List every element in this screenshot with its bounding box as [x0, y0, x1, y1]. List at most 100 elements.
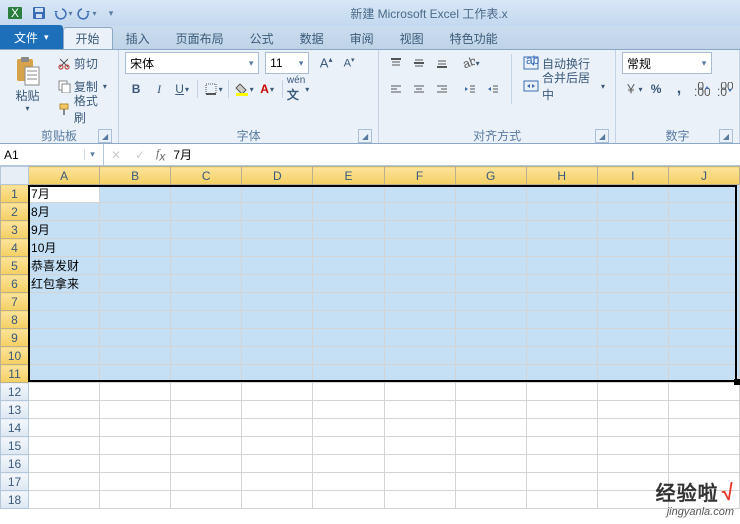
font-size-input[interactable]	[266, 53, 294, 73]
row-header-4[interactable]: 4	[1, 239, 29, 257]
cell-I13[interactable]	[597, 401, 668, 419]
dropdown-icon[interactable]: ▾	[294, 58, 308, 69]
cell-J6[interactable]	[668, 275, 739, 293]
cell-D13[interactable]	[242, 401, 313, 419]
row-header-12[interactable]: 12	[1, 383, 29, 401]
cell-F9[interactable]	[384, 329, 455, 347]
cell-C1[interactable]	[171, 185, 242, 203]
align-middle-button[interactable]	[408, 52, 430, 74]
alignment-dialog-launcher[interactable]: ◢	[595, 129, 609, 143]
name-box-dropdown[interactable]: ▾	[84, 149, 100, 160]
row-header-15[interactable]: 15	[1, 437, 29, 455]
cell-D1[interactable]	[242, 185, 313, 203]
cell-G3[interactable]	[455, 221, 526, 239]
cell-G9[interactable]	[455, 329, 526, 347]
cell-I8[interactable]	[597, 311, 668, 329]
cell-H18[interactable]	[526, 491, 597, 509]
cell-E12[interactable]	[313, 383, 384, 401]
cell-E6[interactable]	[313, 275, 384, 293]
border-button[interactable]: ▾	[202, 78, 224, 100]
decrease-indent-button[interactable]	[459, 78, 481, 100]
cell-J16[interactable]	[668, 455, 739, 473]
percent-button[interactable]: %	[645, 78, 667, 100]
cell-A12[interactable]	[29, 383, 100, 401]
col-header-A[interactable]: A	[29, 167, 100, 185]
cell-A5[interactable]: 恭喜发财	[29, 257, 100, 275]
cell-B8[interactable]	[100, 311, 171, 329]
cell-C8[interactable]	[171, 311, 242, 329]
cell-H17[interactable]	[526, 473, 597, 491]
cell-F10[interactable]	[384, 347, 455, 365]
cell-D10[interactable]	[242, 347, 313, 365]
row-header-16[interactable]: 16	[1, 455, 29, 473]
cell-I6[interactable]	[597, 275, 668, 293]
cell-G7[interactable]	[455, 293, 526, 311]
cell-D4[interactable]	[242, 239, 313, 257]
cell-D11[interactable]	[242, 365, 313, 383]
align-center-button[interactable]	[408, 78, 430, 100]
increase-indent-button[interactable]	[482, 78, 504, 100]
cell-A3[interactable]: 9月	[29, 221, 100, 239]
cell-H8[interactable]	[526, 311, 597, 329]
cell-E14[interactable]	[313, 419, 384, 437]
formula-input[interactable]	[169, 148, 740, 162]
cell-D2[interactable]	[242, 203, 313, 221]
cell-H1[interactable]	[526, 185, 597, 203]
undo-button[interactable]: ▾	[52, 2, 74, 24]
number-format-input[interactable]	[623, 53, 697, 73]
cell-C12[interactable]	[171, 383, 242, 401]
cell-J10[interactable]	[668, 347, 739, 365]
col-header-J[interactable]: J	[668, 167, 739, 185]
col-header-C[interactable]: C	[171, 167, 242, 185]
cell-C14[interactable]	[171, 419, 242, 437]
cell-H11[interactable]	[526, 365, 597, 383]
cell-F1[interactable]	[384, 185, 455, 203]
cell-B11[interactable]	[100, 365, 171, 383]
cell-G12[interactable]	[455, 383, 526, 401]
cell-J5[interactable]	[668, 257, 739, 275]
cell-J3[interactable]	[668, 221, 739, 239]
cell-D14[interactable]	[242, 419, 313, 437]
cell-B16[interactable]	[100, 455, 171, 473]
cell-D16[interactable]	[242, 455, 313, 473]
fx-icon[interactable]: fx	[152, 146, 169, 163]
grow-font-button[interactable]: A▴	[315, 52, 337, 74]
cell-D17[interactable]	[242, 473, 313, 491]
cell-F15[interactable]	[384, 437, 455, 455]
tab-审阅[interactable]: 审阅	[337, 27, 387, 49]
cell-I7[interactable]	[597, 293, 668, 311]
cell-J9[interactable]	[668, 329, 739, 347]
cell-B15[interactable]	[100, 437, 171, 455]
cell-A11[interactable]	[29, 365, 100, 383]
cell-F12[interactable]	[384, 383, 455, 401]
cell-J7[interactable]	[668, 293, 739, 311]
cell-J15[interactable]	[668, 437, 739, 455]
tab-视图[interactable]: 视图	[387, 27, 437, 49]
cell-H10[interactable]	[526, 347, 597, 365]
save-button[interactable]	[28, 2, 50, 24]
cell-E8[interactable]	[313, 311, 384, 329]
cell-B5[interactable]	[100, 257, 171, 275]
row-header-1[interactable]: 1	[1, 185, 29, 203]
font-dialog-launcher[interactable]: ◢	[358, 129, 372, 143]
excel-icon[interactable]: X	[4, 2, 26, 24]
align-bottom-button[interactable]	[431, 52, 453, 74]
cell-A6[interactable]: 红包拿来	[29, 275, 100, 293]
clipboard-dialog-launcher[interactable]: ◢	[98, 129, 112, 143]
cell-B3[interactable]	[100, 221, 171, 239]
cell-J4[interactable]	[668, 239, 739, 257]
cell-B10[interactable]	[100, 347, 171, 365]
cell-E13[interactable]	[313, 401, 384, 419]
cell-I15[interactable]	[597, 437, 668, 455]
cell-G1[interactable]	[455, 185, 526, 203]
cell-C16[interactable]	[171, 455, 242, 473]
cell-B2[interactable]	[100, 203, 171, 221]
italic-button[interactable]: I	[148, 78, 170, 100]
number-format-combo[interactable]: ▾	[622, 52, 712, 74]
cell-E5[interactable]	[313, 257, 384, 275]
cell-B18[interactable]	[100, 491, 171, 509]
font-name-input[interactable]	[126, 53, 244, 73]
tab-数据[interactable]: 数据	[287, 27, 337, 49]
cell-D12[interactable]	[242, 383, 313, 401]
cell-C5[interactable]	[171, 257, 242, 275]
